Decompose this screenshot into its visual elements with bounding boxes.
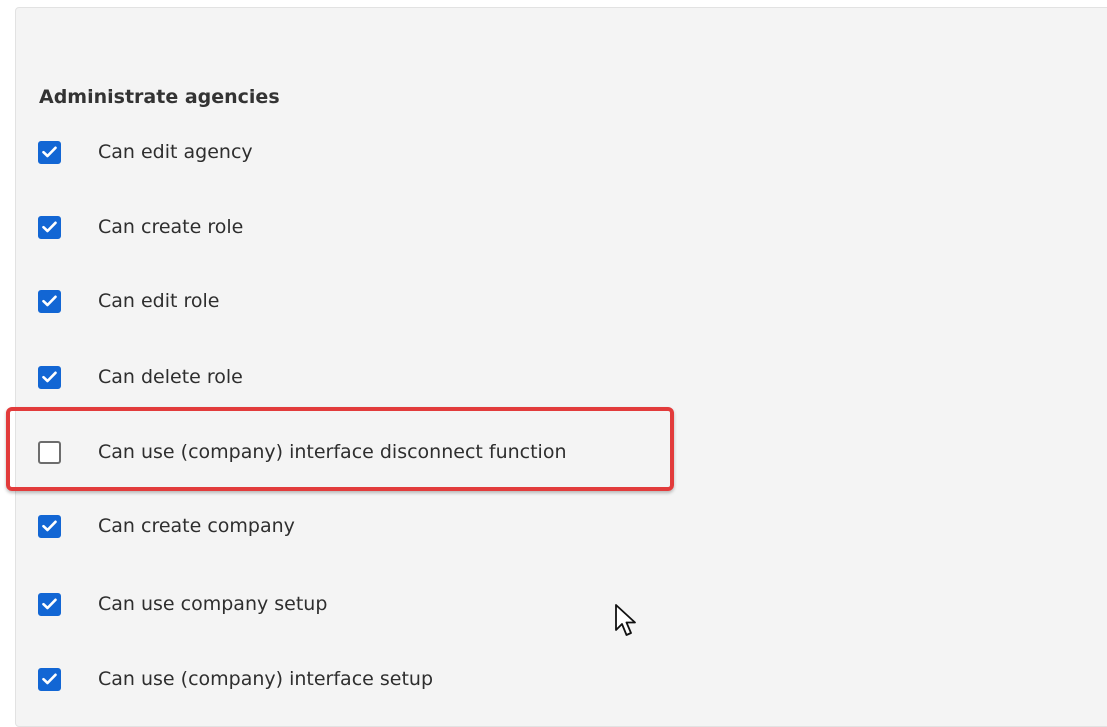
section-title: Administrate agencies (39, 86, 280, 108)
can-create-role-checkbox[interactable] (38, 215, 61, 239)
can-delete-role-checkbox[interactable] (38, 365, 61, 389)
can-use-company-setup-checkbox[interactable] (38, 592, 61, 616)
check-icon (42, 673, 57, 685)
permission-row-can-use-interface-setup[interactable]: Can use (company) interface setup (38, 664, 433, 694)
permission-label: Can create role (98, 216, 244, 238)
permission-label: Can edit agency (98, 141, 253, 163)
permission-row-can-delete-role[interactable]: Can delete role (38, 362, 243, 392)
check-icon (42, 371, 57, 383)
check-icon (42, 295, 57, 307)
permission-label: Can use company setup (98, 593, 328, 615)
permission-label: Can use (company) interface setup (98, 668, 434, 690)
permission-label: Can delete role (98, 366, 243, 388)
permission-label: Can edit role (98, 290, 220, 312)
check-icon (42, 146, 57, 158)
permission-row-can-use-company-setup[interactable]: Can use company setup (38, 589, 327, 619)
check-icon (42, 221, 57, 233)
permission-row-can-edit-role[interactable]: Can edit role (38, 286, 220, 316)
can-edit-agency-checkbox[interactable] (38, 140, 61, 164)
permission-row-can-edit-agency[interactable]: Can edit agency (38, 137, 253, 167)
can-use-interface-setup-checkbox[interactable] (38, 667, 61, 691)
can-create-company-checkbox[interactable] (38, 514, 61, 538)
highlight-box (6, 407, 674, 491)
check-icon (42, 598, 57, 610)
check-icon (42, 520, 57, 532)
permission-row-can-create-role[interactable]: Can create role (38, 212, 243, 242)
can-edit-role-checkbox[interactable] (38, 289, 61, 313)
mouse-cursor-icon (614, 603, 640, 643)
permission-row-can-create-company[interactable]: Can create company (38, 511, 295, 541)
permission-label: Can create company (98, 515, 295, 537)
